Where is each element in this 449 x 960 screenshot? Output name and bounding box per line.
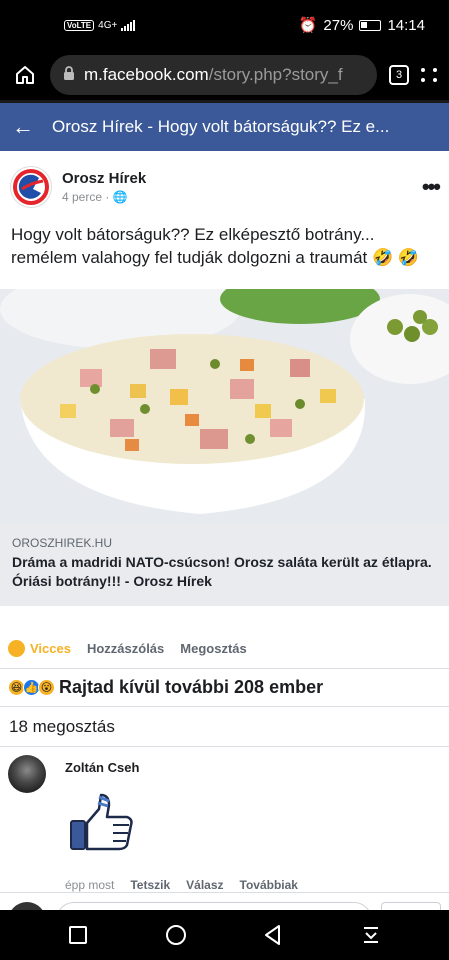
commenter-avatar[interactable] — [8, 755, 46, 793]
story-header: ← Orosz Hírek - Hogy volt bátorságuk?? E… — [0, 103, 449, 151]
link-domain: OROSZHIREK.HU — [12, 536, 113, 550]
url-path: /story.php?story_f — [208, 65, 343, 84]
wow-icon: 😮 — [38, 679, 55, 696]
reactions-text: Rajtad kívül további 208 ember — [59, 677, 324, 697]
url-bar[interactable]: m.facebook.com/story.php?story_f — [50, 55, 377, 95]
reaction-button[interactable]: 😆 Vicces — [8, 639, 71, 657]
status-bar: VoLTE 4G+ ⏰ 27% 14:14 — [0, 0, 449, 50]
post-options-button[interactable]: ••• — [422, 174, 441, 200]
header-title: Orosz Hírek - Hogy volt bátorságuk?? Ez … — [52, 117, 390, 136]
network-type: 4G+ — [98, 19, 118, 31]
android-nav-bar — [0, 910, 449, 960]
comment-button[interactable]: Hozzászólás — [87, 641, 164, 656]
link-preview-image[interactable] — [0, 289, 449, 523]
share-button[interactable]: Megosztás — [180, 641, 246, 656]
alarm-icon: ⏰ — [298, 17, 318, 34]
clock: 14:14 — [387, 16, 425, 34]
reaction-icons: 😆 👍 😮 — [8, 679, 55, 696]
post-text: Hogy volt bátorságuk?? Ez elképesztő bot… — [11, 225, 420, 267]
tabs-icon[interactable]: 3 — [389, 65, 409, 85]
post-meta: Orosz Hírek 4 perce · 🌐 — [62, 170, 422, 204]
back-icon[interactable]: ← — [12, 114, 34, 140]
comment-like-button[interactable]: Tetszik — [130, 878, 170, 892]
comment-body: Zoltán Cseh épp most Tetszik Válasz Tová… — [65, 755, 441, 892]
comment-reply-button[interactable]: Válasz — [186, 878, 223, 892]
globe-icon: 🌐 — [112, 190, 128, 204]
shares-count[interactable]: 18 megosztás — [0, 706, 449, 746]
download-nav-icon[interactable] — [351, 915, 391, 955]
battery-percent: 27% — [323, 16, 354, 34]
url-domain: m.facebook.com — [84, 65, 209, 84]
commenter-name[interactable]: Zoltán Cseh — [65, 760, 441, 775]
comment-time: épp most — [65, 878, 115, 892]
triangle-back-icon[interactable] — [253, 915, 293, 955]
comment-composer — [0, 892, 449, 912]
page-avatar[interactable] — [10, 166, 52, 208]
post-actions: 😆 Vicces Hozzászólás Megosztás — [0, 628, 449, 668]
post-time-text: 4 perce — [62, 190, 103, 204]
haha-icon: 😆 — [8, 639, 25, 657]
link-title: Dráma a madridi NATO-csúcson! Orosz salá… — [12, 554, 432, 589]
status-right: ⏰ 27% 14:14 — [298, 16, 425, 35]
volte-badge: VoLTE — [64, 19, 95, 31]
page-name[interactable]: Orosz Hírek — [62, 170, 422, 187]
reactions-summary[interactable]: 😆 👍 😮 Rajtad kívül további 208 ember — [0, 668, 449, 706]
link-caption[interactable]: OROSZHIREK.HU Dráma a madridi NATO-csúcs… — [0, 523, 449, 606]
comment-item: Zoltán Cseh épp most Tetszik Válasz Tová… — [0, 746, 449, 892]
signal-icon — [121, 19, 136, 31]
comment-actions: épp most Tetszik Válasz Továbbiak — [65, 878, 441, 892]
post-time: 4 perce · 🌐 — [62, 190, 128, 204]
post-header: Orosz Hírek 4 perce · 🌐 ••• — [0, 151, 449, 213]
square-nav-icon[interactable] — [58, 915, 98, 955]
battery-icon — [359, 19, 382, 31]
home-icon[interactable] — [12, 62, 38, 88]
thumbs-up-sticker-icon — [65, 791, 135, 855]
lock-icon — [62, 65, 76, 86]
salad-photo — [0, 289, 449, 523]
reaction-label: Vicces — [30, 640, 71, 656]
circle-nav-icon[interactable] — [156, 915, 196, 955]
more-icon[interactable] — [421, 68, 437, 82]
browser-toolbar: m.facebook.com/story.php?story_f 3 — [0, 50, 449, 100]
comment-more-button[interactable]: Továbbiak — [240, 878, 298, 892]
network-indicators: VoLTE 4G+ — [64, 19, 136, 31]
